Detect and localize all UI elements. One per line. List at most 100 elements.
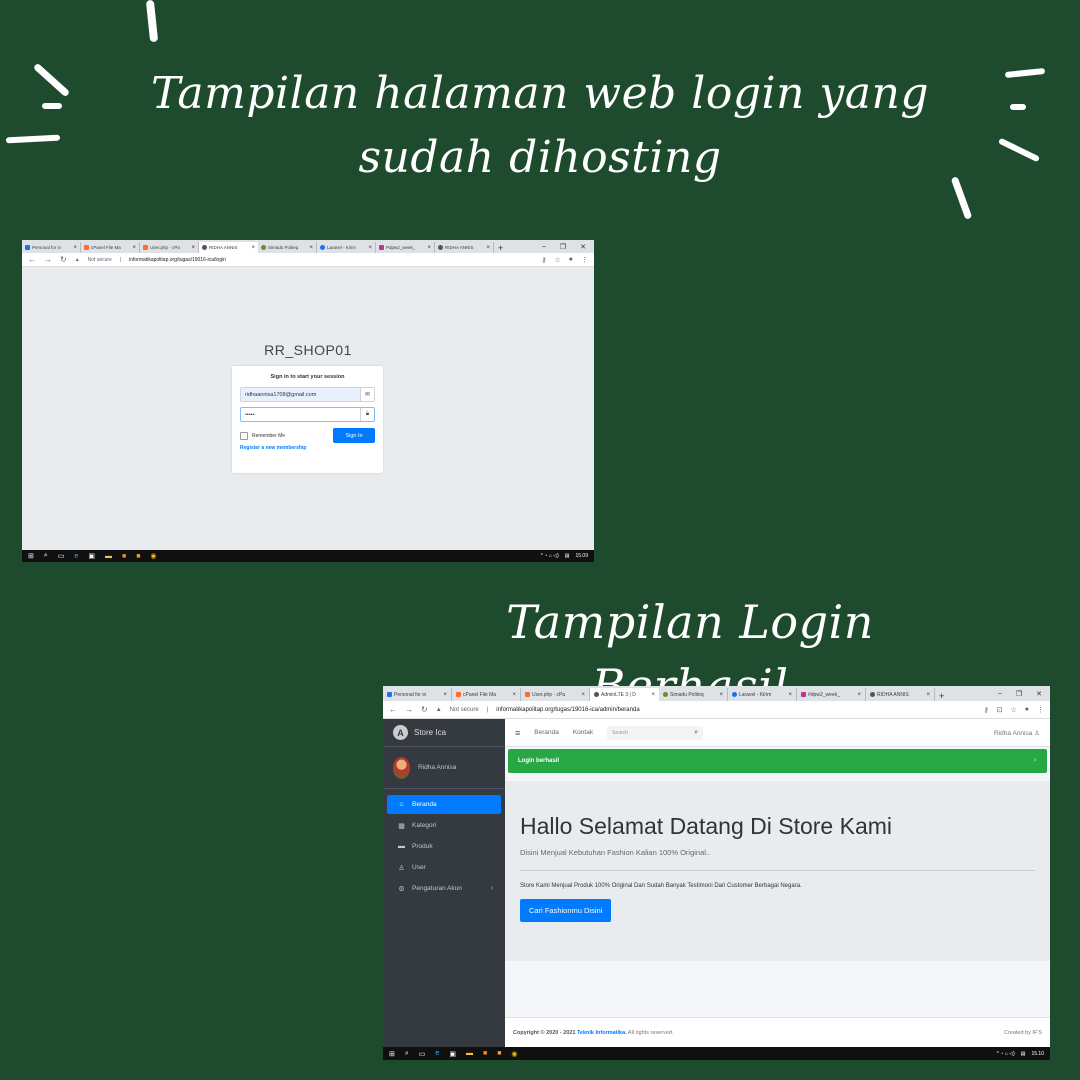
browser-tab[interactable]: Simadu Politeq × [659,688,728,701]
menu-icon[interactable]: ⋮ [1037,706,1044,714]
folder-icon[interactable]: ▬ [105,553,112,560]
brand-link[interactable]: A Store Ica [383,719,505,747]
nav-link-kontak[interactable]: Kontak [573,729,593,736]
remember-checkbox[interactable] [240,431,248,440]
profile-icon[interactable]: ● [1025,706,1029,714]
back-icon[interactable]: ← [28,255,36,264]
nav-link-beranda[interactable]: Beranda [534,729,559,736]
back-icon[interactable]: ← [389,705,397,714]
remember-label[interactable]: Remember Me [252,433,285,439]
browser-tab-active[interactable]: RIDHA ANNIS × [199,242,258,253]
close-icon[interactable]: ✕ [580,243,586,251]
url-input[interactable]: informatikapolitap.org/tugas/19016-ica/l… [129,257,226,263]
close-icon[interactable]: × [1033,758,1037,764]
tray-icons[interactable]: ^ ◔ ⌂ ◁) [997,1051,1015,1057]
password-input[interactable]: ••••• [241,408,360,421]
browser-tab-active[interactable]: AdminLTE 3 | D × [590,688,659,701]
star-icon[interactable]: ☆ [554,256,560,264]
search-icon[interactable]: ⌕ [405,1050,409,1058]
app-icon[interactable]: ■ [122,553,126,560]
notification-icon[interactable]: ▤ [1021,1051,1026,1057]
close-icon[interactable]: ✕ [1036,690,1042,698]
task-view-icon[interactable]: ▭ [419,1050,426,1058]
app-icon[interactable]: ■ [497,1050,501,1057]
forward-icon[interactable]: → [405,705,413,714]
page-title: Hallo Selamat Datang Di Store Kami [520,813,892,839]
profile-icon[interactable]: ● [569,256,573,264]
minimize-icon[interactable]: – [542,243,546,251]
browser-tab[interactable]: Simadu Politeq × [258,242,317,253]
alert-text: Login berhasil [518,758,560,764]
folder-icon[interactable]: ▬ [466,1050,473,1057]
warning-icon[interactable]: ▲ [75,257,80,263]
browser-tab[interactable]: cPanel File Ma × [81,242,140,253]
browser-tab[interactable]: User.php - cPa × [521,688,590,701]
browser-tab[interactable]: Laravel - Kirim × [317,242,376,253]
url-input[interactable]: informatikapolitap.org/tugas/19016-ica/a… [496,707,639,713]
browser-tab[interactable]: User.php - cPa × [140,242,199,253]
cta-button[interactable]: Cari Fashionmu Disini [520,899,612,922]
warning-icon[interactable]: ▲ [436,707,442,713]
browser-tab[interactable]: RIDHA ANNIS × [435,242,494,253]
new-tab-button[interactable]: + [935,691,948,701]
task-view-icon[interactable]: ▭ [58,552,65,560]
sidebar-item-kategori[interactable]: ▦ Kategori [387,816,501,835]
restore-icon[interactable]: ❐ [560,243,566,251]
translate-icon[interactable]: ⊡ [997,706,1003,714]
clock[interactable]: 15.09 [575,553,588,559]
chrome-icon[interactable]: ◉ [511,1050,517,1058]
navbar-user[interactable]: Ridha Annisa ♙ [994,729,1050,737]
browser-tab[interactable]: cPanel File Ma × [452,688,521,701]
security-label[interactable]: Not secure [450,707,479,713]
minimize-icon[interactable]: – [998,690,1002,698]
user-panel[interactable]: Ridha Annisa [383,747,505,789]
gear-icon: ⚙ [398,885,405,893]
lock-icon: 🔒︎ [360,408,374,421]
footer-org-link[interactable]: Teknik Informatika. [577,1030,627,1036]
hamburger-icon[interactable]: ≡ [515,728,520,738]
key-icon[interactable]: ⚷ [983,706,988,714]
sidebar-item-user[interactable]: ♙ User [387,858,501,877]
register-link[interactable]: Register a new membership [240,445,375,451]
restore-icon[interactable]: ❐ [1016,690,1022,698]
edge-icon[interactable]: e [74,553,78,560]
sidebar-item-pengaturan-akun[interactable]: ⚙ Pengaturan Akun ‹ [387,879,501,898]
clock[interactable]: 15.10 [1031,1051,1044,1057]
forward-icon[interactable]: → [44,255,52,264]
reload-icon[interactable]: ↻ [421,705,428,714]
top-navbar: ≡ Beranda Kontak Search ⌕ Ridha Annisa ♙ [505,719,1050,747]
browser-tab[interactable]: Personal for in × [383,688,452,701]
app-icon[interactable]: ■ [136,553,140,560]
edge-icon[interactable]: e [435,1050,439,1057]
password-field[interactable]: ••••• 🔒︎ [240,407,375,422]
chrome-icon[interactable]: ◉ [150,552,156,560]
address-bar: ← → ↻ ▲ Not secure | informatikapolitap.… [22,253,594,267]
sidebar-item-produk[interactable]: ▬ Produk [387,837,501,856]
email-input[interactable]: ridhaannisa1708@gmail.com [241,388,360,401]
store-icon[interactable]: ▣ [88,552,95,560]
new-tab-button[interactable]: + [494,243,507,253]
browser-tab[interactable]: #dpw2_week_ × [797,688,866,701]
windows-start-icon[interactable]: ⊞ [389,1050,395,1058]
browser-tab[interactable]: RIDHA ANNIS × [866,688,935,701]
search-icon[interactable]: ⌕ [694,729,698,737]
signin-button[interactable]: Sign In [333,428,375,443]
app-icon[interactable]: ■ [483,1050,487,1057]
email-field[interactable]: ridhaannisa1708@gmail.com ✉ [240,387,375,402]
sidebar-item-beranda[interactable]: ⌂ Beranda [387,795,501,814]
menu-icon[interactable]: ⋮ [581,256,588,264]
security-label[interactable]: Not secure [88,257,112,263]
notification-icon[interactable]: ▤ [565,553,570,559]
browser-tab[interactable]: Laravel - Kirim × [728,688,797,701]
tray-icons[interactable]: ^ ◔ ⌂ ◁) [541,553,559,559]
reload-icon[interactable]: ↻ [60,255,67,264]
star-icon[interactable]: ☆ [1010,706,1016,714]
key-icon[interactable]: ⚷ [541,256,546,264]
search-icon[interactable]: ⌕ [44,552,48,560]
browser-tab[interactable]: Personal for in × [22,242,81,253]
search-input[interactable]: Search ⌕ [607,725,704,740]
windows-taskbar: ⊞ ⌕ ▭ e ▣ ▬ ■ ■ ◉ ^ ◔ ⌂ ◁) ▤ 15.10 [383,1047,1050,1060]
windows-start-icon[interactable]: ⊞ [28,552,34,560]
browser-tab[interactable]: Pdpw2_week_ × [376,242,435,253]
store-icon[interactable]: ▣ [449,1050,456,1058]
